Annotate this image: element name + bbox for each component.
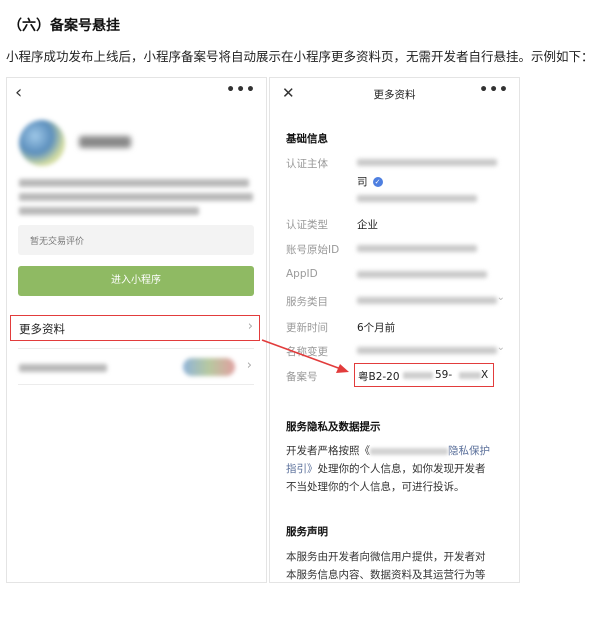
- chevron-right-icon: ›: [246, 358, 252, 373]
- record-label: 备案号: [286, 371, 318, 383]
- miniprogram-profile-screen: ‹ ••• 暂无交易评价 进入小程序 更多资料 › ›: [6, 77, 267, 583]
- related-row[interactable]: ›: [7, 353, 266, 381]
- update-value: 6个月前: [357, 322, 396, 334]
- type-label: 认证类型: [286, 219, 328, 231]
- app-name-redacted: [79, 136, 131, 148]
- statement-heading: 服务声明: [286, 526, 328, 538]
- subject-label: 认证主体: [286, 158, 328, 170]
- subject-value: 司 ✓: [357, 174, 383, 189]
- related-text-redacted: [19, 364, 107, 372]
- statement-text: 本服务由开发者向微信用户提供，开发者对 本服务信息内容、数据资料及其运营行为等: [286, 548, 508, 582]
- description-redacted: [19, 207, 199, 215]
- more-info-screen: ✕ 更多资料 ••• 基础信息 认证主体 司 ✓ 认证类型 企业 账号原始ID A…: [269, 77, 520, 583]
- app-avatar: [19, 120, 65, 166]
- category-label: 服务类目: [286, 296, 328, 308]
- subject-value-tail: 司: [357, 176, 368, 188]
- statement-line-1: 本服务由开发者向微信用户提供，开发者对: [286, 551, 486, 563]
- record-redacted: [403, 372, 433, 379]
- record-part-2: 59-: [435, 369, 453, 381]
- statement-line-2: 本服务信息内容、数据资料及其运营行为等: [286, 569, 486, 581]
- privacy-link-redacted: [370, 447, 448, 455]
- back-icon[interactable]: ‹: [15, 83, 22, 103]
- type-value: 企业: [357, 219, 378, 231]
- chevron-down-icon[interactable]: ⌄: [497, 342, 505, 353]
- related-avatars: [183, 358, 235, 376]
- privacy-text-start: 开发者严格按照《: [286, 445, 370, 457]
- appid-redacted: [357, 271, 487, 278]
- enter-miniprogram-button[interactable]: 进入小程序: [18, 266, 254, 296]
- name-change-label: 名称变更: [286, 346, 328, 358]
- privacy-link[interactable]: 隐私保护: [448, 445, 490, 457]
- record-part-3: X: [481, 369, 489, 381]
- origin-id-redacted: [357, 245, 477, 252]
- description-redacted: [19, 179, 249, 187]
- more-menu-icon[interactable]: •••: [479, 82, 509, 98]
- more-info-label: 更多资料: [19, 322, 65, 336]
- privacy-heading: 服务隐私及数据提示: [286, 421, 381, 433]
- category-redacted: [357, 297, 497, 304]
- privacy-text-rest: 处理你的个人信息，如你发现开发者: [317, 463, 486, 475]
- doc-heading: （六）备案号悬挂: [8, 18, 120, 34]
- subject-redacted: [357, 159, 497, 166]
- rating-box: 暂无交易评价: [18, 225, 254, 255]
- more-menu-icon[interactable]: •••: [226, 82, 256, 98]
- doc-intro: 小程序成功发布上线后，小程序备案号将自动展示在小程序更多资料页，无需开发者自行悬…: [6, 49, 594, 64]
- privacy-text-line3: 不当处理你的个人信息，可进行投诉。: [286, 481, 465, 493]
- appid-label: AppID: [286, 268, 318, 280]
- origin-id-label: 账号原始ID: [286, 244, 340, 256]
- divider: [18, 348, 254, 349]
- update-label: 更新时间: [286, 322, 328, 334]
- divider: [18, 384, 254, 385]
- record-number-box: 粤B2-20 59- X: [354, 363, 494, 387]
- chevron-down-icon[interactable]: ⌄: [497, 292, 505, 303]
- chevron-right-icon: ›: [247, 319, 253, 334]
- privacy-link-line2[interactable]: 指引》: [286, 463, 318, 475]
- top-bar: ‹ •••: [7, 78, 266, 112]
- more-info-row[interactable]: 更多资料 ›: [10, 315, 260, 341]
- rating-placeholder: 暂无交易评价: [30, 237, 85, 247]
- basic-info-heading: 基础信息: [286, 133, 328, 145]
- subject-redacted: [357, 195, 477, 202]
- record-part-1: 粤B2-20: [358, 371, 400, 383]
- record-redacted: [459, 372, 481, 379]
- name-change-redacted: [357, 347, 497, 354]
- privacy-text: 开发者严格按照《 隐私保护 指引》处理你的个人信息，如你发现开发者 不当处理你的个…: [286, 442, 508, 496]
- verified-icon: ✓: [372, 177, 383, 187]
- description-redacted: [19, 193, 253, 201]
